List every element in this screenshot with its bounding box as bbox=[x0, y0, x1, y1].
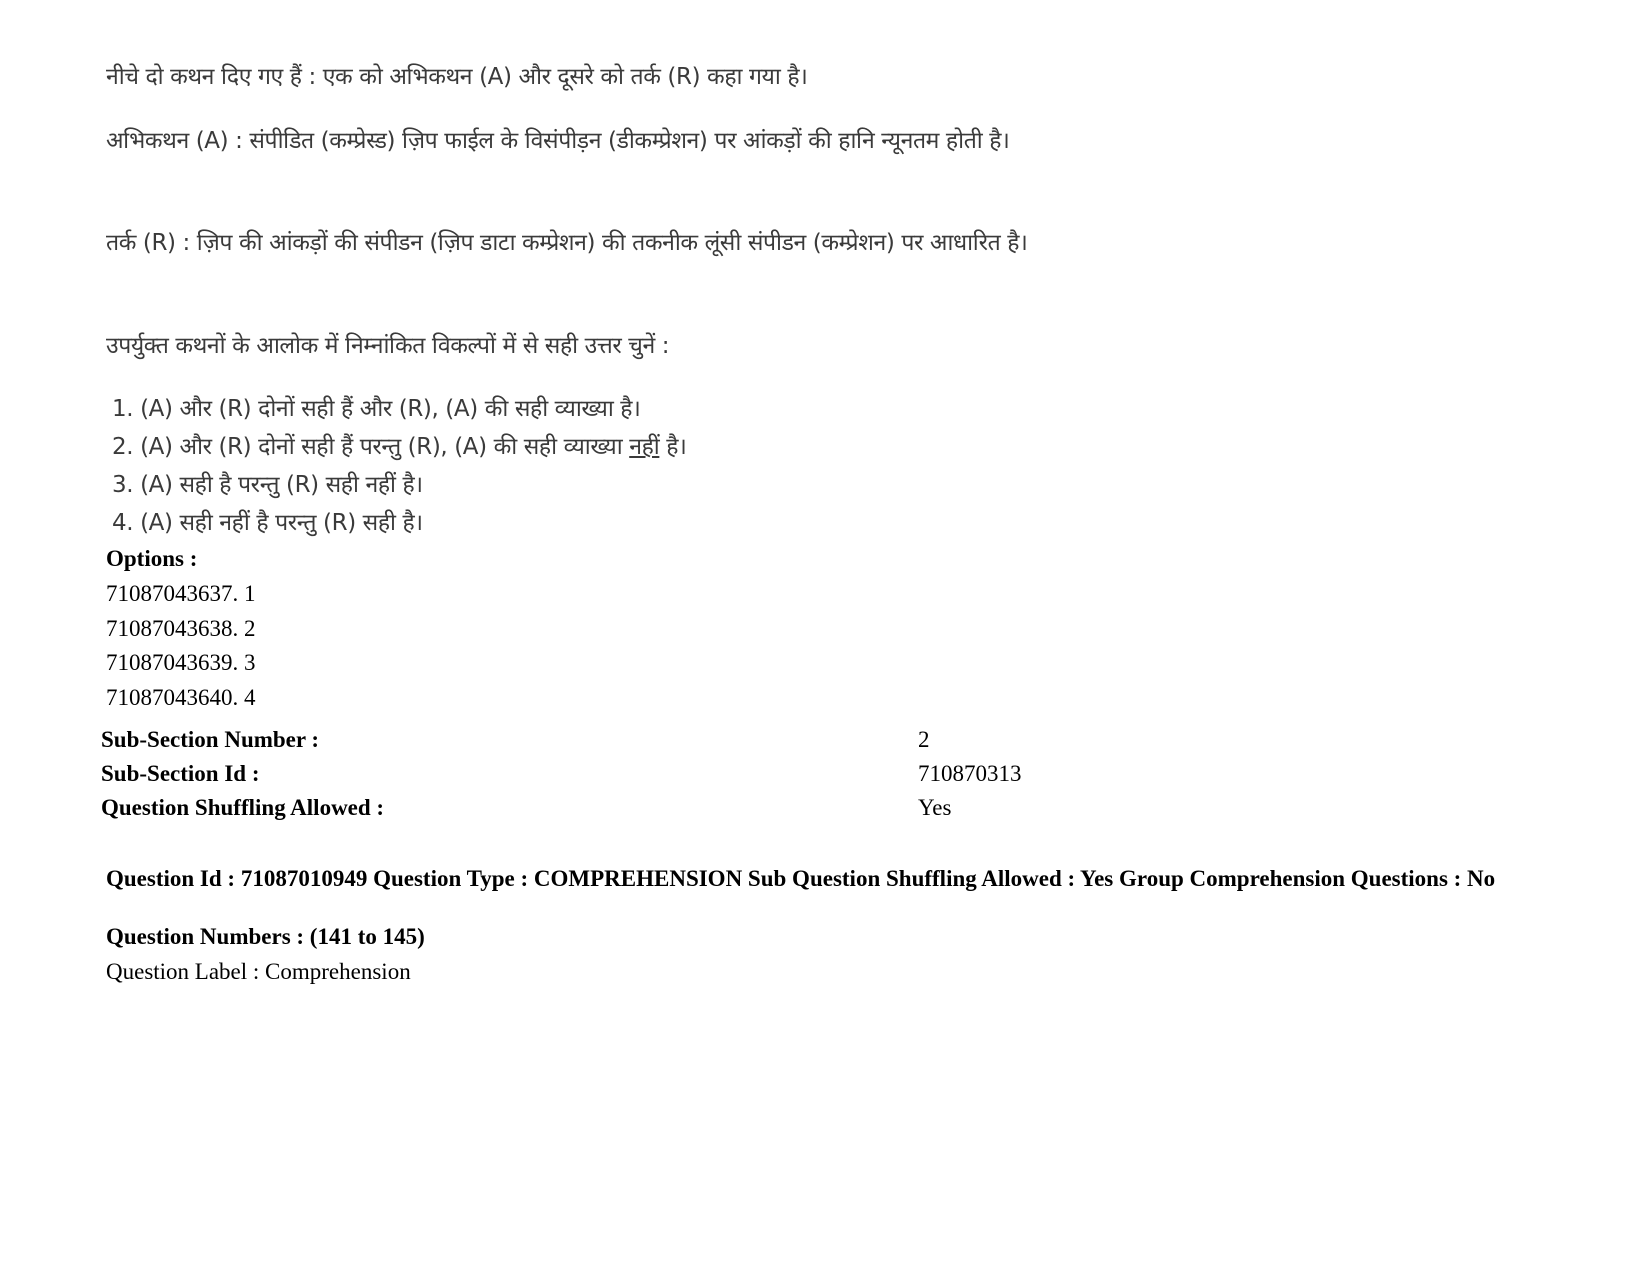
option-item: 71087043638. 2 bbox=[106, 615, 256, 641]
options-list: 71087043637. 1 71087043638. 2 7108704363… bbox=[106, 577, 256, 715]
options-heading: Options : bbox=[106, 546, 198, 571]
assertion-statement: अभिकथन (A) : संपीडित (कम्प्रेस्ड) ज़िप फ… bbox=[106, 128, 1010, 154]
choice-number: 3. bbox=[112, 472, 134, 498]
choice-list: 1. (A) और (R) दोनों सही हैं और (R), (A) … bbox=[112, 390, 687, 542]
option-item: 71087043640. 4 bbox=[106, 684, 256, 710]
question-shuffling-value: Yes bbox=[918, 795, 952, 820]
choice-underlined-word: नहीं bbox=[629, 434, 660, 460]
choice-text: (A) और (R) दोनों सही हैं परन्तु (R), (A)… bbox=[140, 434, 630, 460]
choice-text: (A) सही नहीं है परन्तु (R) सही है। bbox=[140, 510, 423, 536]
question-intro: नीचे दो कथन दिए गए हैं : एक को अभिकथन (A… bbox=[106, 64, 808, 90]
choice-text: (A) और (R) दोनों सही हैं और (R), (A) की … bbox=[140, 396, 641, 422]
question-instruction: उपर्युक्त कथनों के आलोक में निम्नांकित व… bbox=[106, 333, 670, 359]
choice-item: 2. (A) और (R) दोनों सही हैं परन्तु (R), … bbox=[112, 428, 687, 466]
choice-item: 1. (A) और (R) दोनों सही हैं और (R), (A) … bbox=[112, 390, 686, 428]
choice-number: 4. bbox=[112, 510, 134, 536]
choice-item: 4. (A) सही नहीं है परन्तु (R) सही है। bbox=[112, 504, 686, 542]
subsection-id-label: Sub-Section Id : bbox=[101, 761, 260, 786]
option-item: 71087043637. 1 bbox=[106, 581, 256, 606]
subsection-id-value: 710870313 bbox=[918, 761, 1022, 786]
subsection-number-value: 2 bbox=[918, 727, 930, 752]
reason-statement: तर्क (R) : ज़िप की आंकड़ों की संपीडन (ज़… bbox=[106, 230, 1028, 256]
question-numbers: Question Numbers : (141 to 145) bbox=[106, 924, 425, 949]
question-header: Question Id : 71087010949 Question Type … bbox=[106, 866, 1496, 891]
choice-text: (A) सही है परन्तु (R) सही नहीं है। bbox=[140, 472, 423, 498]
subsection-number-label: Sub-Section Number : bbox=[101, 727, 320, 752]
question-shuffling-label: Question Shuffling Allowed : bbox=[101, 795, 385, 820]
choice-text-end: है। bbox=[659, 434, 687, 460]
question-label: Question Label : Comprehension bbox=[106, 959, 411, 984]
choice-number: 2. bbox=[112, 434, 134, 460]
choice-number: 1. bbox=[112, 396, 134, 422]
option-item: 71087043639. 3 bbox=[106, 650, 256, 675]
choice-item: 3. (A) सही है परन्तु (R) सही नहीं है। bbox=[112, 466, 686, 504]
